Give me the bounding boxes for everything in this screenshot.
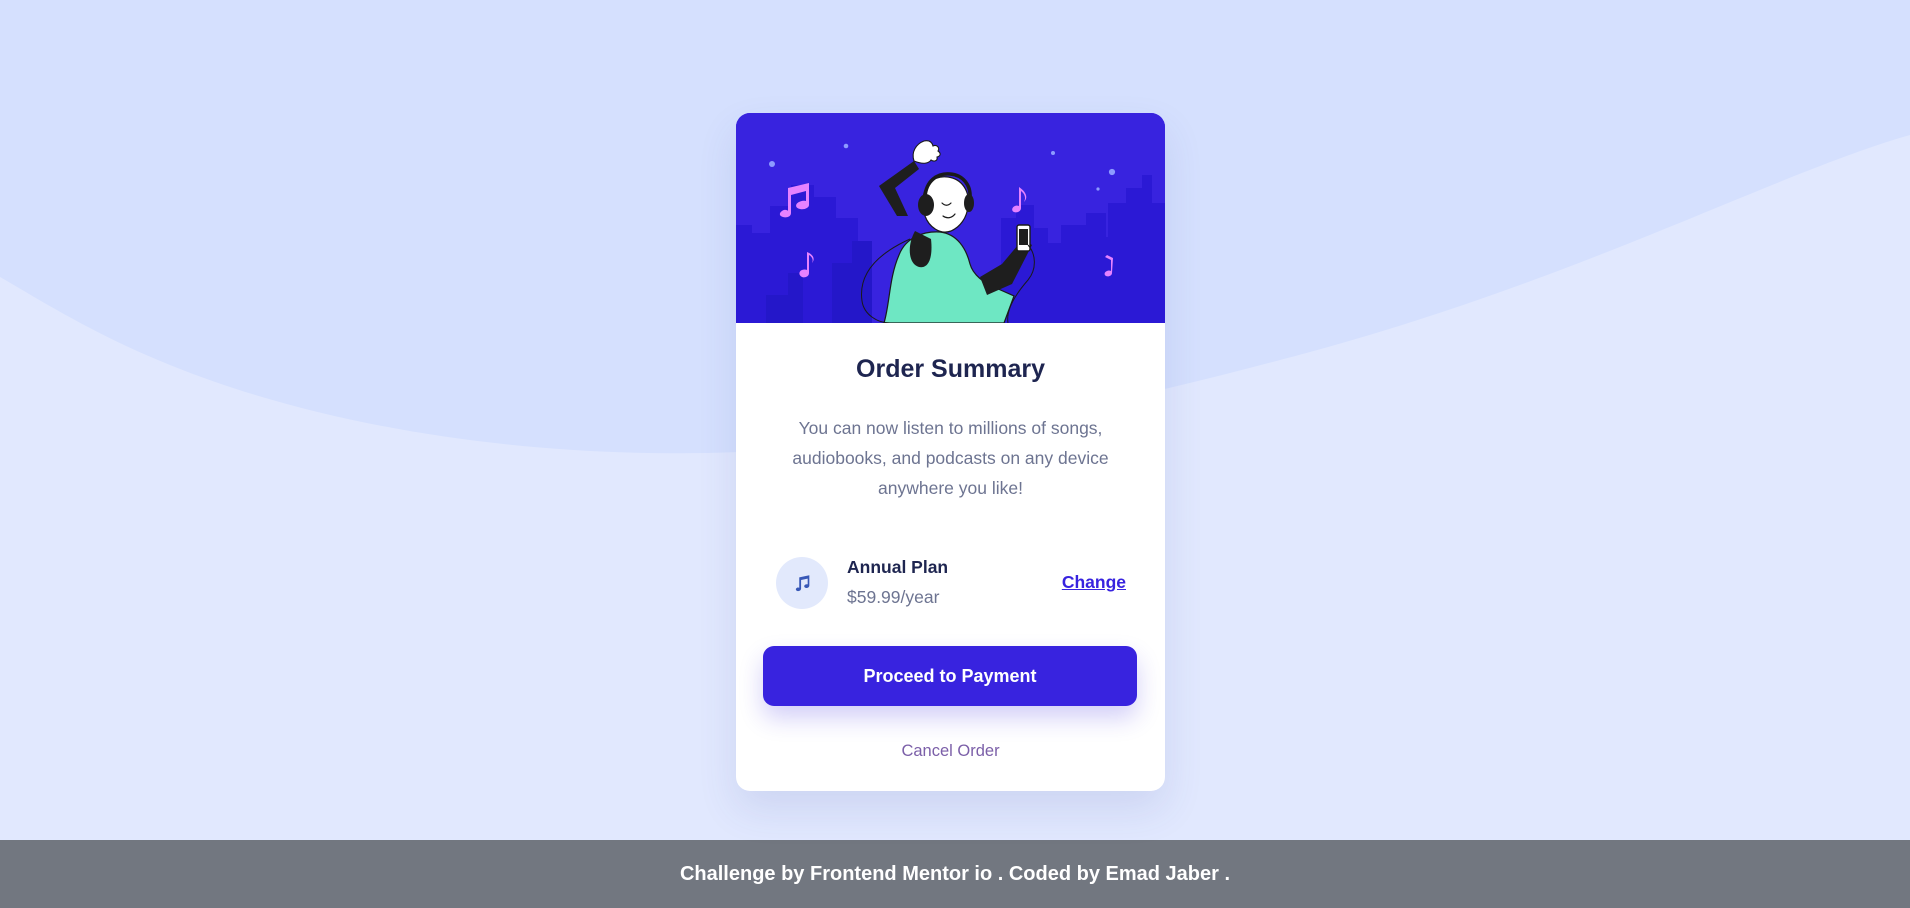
order-summary-page: Order Summary You can now listen to mill… (0, 0, 1910, 840)
change-plan-link[interactable]: Change (1062, 572, 1126, 593)
footer-attribution: Challenge by Frontend Mentor io . Coded … (679, 862, 1231, 885)
annual-plan-box: Annual Plan $59.99/year Change (763, 543, 1138, 623)
plan-name: Annual Plan (847, 557, 949, 577)
hero-illustration (736, 113, 1165, 323)
proceed-to-payment-button[interactable]: Proceed to Payment (763, 646, 1137, 706)
dancing-person-illustration (736, 113, 1165, 323)
order-summary-card: Order Summary You can now listen to mill… (736, 113, 1165, 791)
music-note-icon-glyph (795, 575, 810, 592)
music-note-icon (776, 557, 828, 609)
plan-price: $59.99/year (847, 587, 940, 607)
cancel-order-button[interactable]: Cancel Order (736, 742, 1165, 761)
order-summary-title: Order Summary (856, 355, 1045, 383)
page-footer: Challenge by Frontend Mentor io . Coded … (0, 840, 1910, 908)
order-summary-description: You can now listen to millions of songs,… (792, 418, 1109, 498)
